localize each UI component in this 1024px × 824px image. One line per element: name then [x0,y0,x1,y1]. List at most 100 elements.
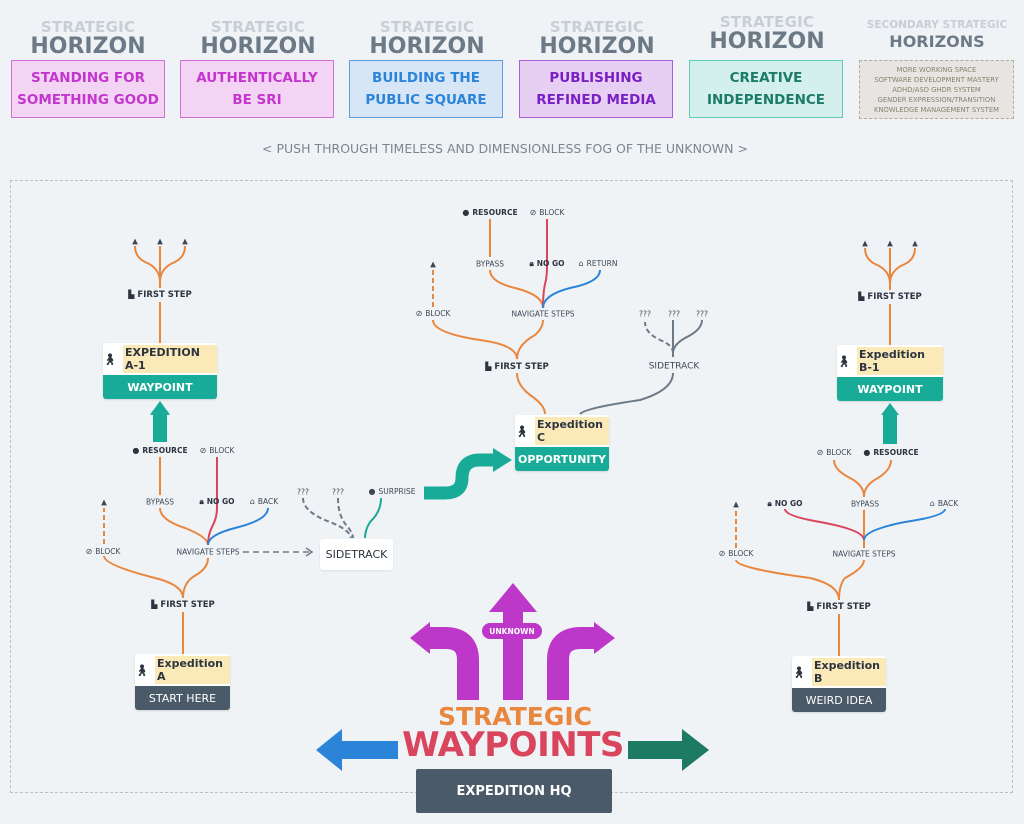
waypoint-b1-arrow-shaft [883,414,897,444]
expedition-c-card[interactable]: 🚶︎ Expedition C OPPORTUNITY [515,415,609,471]
waypoint-b1-arrow [881,403,899,415]
block-label-b2: ⊘ BLOCK [718,549,754,558]
unknown-option-5: ??? [696,309,708,319]
bypass-label-c: BYPASS [475,259,505,269]
hiker-icon: 🚶︎ [103,352,117,366]
unknown-path-1 [302,497,352,539]
first-step-label-b: ▙ FIRST STEP [807,601,871,612]
block-label-a: ⊘ BLOCK [85,547,121,556]
expedition-b-name: Expedition B [811,658,886,686]
right-curve-arrowhead [594,622,615,654]
lock-icon: 🔒︎ [767,499,772,508]
opportunity-arrow [424,453,495,500]
surprise-path [364,497,382,539]
home-icon: ⌂ [578,259,584,268]
block-label-c2: ⊘ BLOCK [415,309,451,318]
expedition-c-tag: OPPORTUNITY [515,447,609,471]
first-step-label-a1: ▙ FIRST STEP [128,289,192,300]
return-path-c [542,269,601,309]
expedition-b-card[interactable]: 🚶︎ Expedition B WEIRD IDEA [792,656,886,712]
first-step-label-a: ▙ FIRST STEP [151,599,215,610]
expedition-a1-name: EXPEDITION A-1 [122,345,217,373]
resource-icon: ● [462,208,470,217]
center-arrows [489,583,537,700]
unknown-option-1: ??? [297,487,309,497]
right-arrow-shaft [628,741,684,759]
opportunity-arrowhead [493,448,512,472]
unknown-option-4: ??? [668,309,680,319]
bypass-label-a: BYPASS [145,497,175,507]
expedition-a1-card[interactable]: 🚶︎ EXPEDITION A-1 WAYPOINT [103,343,217,399]
resource-icon: ● [863,448,871,457]
no-go-label-b: 🔒︎ NO GO [767,499,803,508]
block-label-c: ⊘ BLOCK [529,208,565,217]
expedition-a1-tag: WAYPOINT [103,375,217,399]
hazard-icon: ▲ [733,499,739,509]
navigate-steps-label-c: NAVIGATE STEPS [511,309,575,319]
expedition-a-tag: START HERE [135,686,230,710]
expedition-hq-button[interactable]: EXPEDITION HQ [416,769,612,813]
back-label-b: ⌂ BACK [929,499,959,508]
hiker-icon: 🚶︎ [792,665,806,679]
resource-label-c: ● RESOURCE [462,208,518,217]
home-icon: ⌂ [249,497,255,506]
waypoints-title: WAYPOINTS [402,725,624,765]
unknown-option-2: ??? [332,487,344,497]
hiker-icon: 🚶︎ [515,424,529,438]
expedition-a-card[interactable]: 🚶︎ Expedition A START HERE [135,654,230,710]
block-icon: ⊘ [85,547,93,556]
bypass-label-b: BYPASS [850,499,880,509]
sidetrack-label-c: SIDETRACK [648,361,700,372]
block-icon: ⊘ [816,448,824,457]
hazard-icon: ▲ [182,236,188,246]
resource-label-a: ● RESOURCE [132,446,188,455]
expedition-a-name: Expedition A [154,656,230,684]
unknown-path-2 [337,497,354,539]
back-path-b [863,508,946,541]
hiker-icon: 🚶︎ [135,663,149,677]
surprise-icon: ● [368,487,376,496]
no-go-path-b [784,508,865,541]
navigate-steps-label-b: NAVIGATE STEPS [832,549,896,559]
hazard-icon: ▲ [132,236,138,246]
expedition-b1-card[interactable]: 🚶︎ Expedition B-1 WAYPOINT [837,345,943,401]
lock-icon: 🔒︎ [199,497,204,506]
step-icon: ▙ [807,601,814,611]
first-step-label-c: ▙ FIRST STEP [485,361,549,372]
step-icon: ▙ [858,291,865,301]
sidetrack-node[interactable]: SIDETRACK [320,539,393,570]
block-icon: ⊘ [529,208,537,217]
hazard-icon: ▲ [430,259,436,269]
no-go-label-c: 🔒︎ NO GO [529,259,565,268]
left-arrowhead [316,729,342,771]
hiker-icon: 🚶︎ [837,354,851,368]
unknown-badge: UNKNOWN [482,623,542,639]
expedition-c-name: Expedition C [534,417,609,445]
resource-icon: ● [132,446,140,455]
block-label-a2: ⊘ BLOCK [199,446,235,455]
left-curve-arrow [425,627,479,700]
right-arrowhead [682,729,709,771]
step-icon: ▙ [128,289,135,299]
left-arrow-shaft [340,741,398,759]
step-icon: ▙ [485,361,492,371]
right-curve-arrow [547,627,596,700]
center-up-arrow-head [489,583,537,612]
step-icon: ▙ [151,599,158,609]
expedition-b1-name: Expedition B-1 [856,347,943,375]
hazard-icon: ▲ [862,238,868,248]
block-icon: ⊘ [415,309,423,318]
left-curve-arrowhead [410,622,430,654]
waypoint-a1-arrow-shaft [153,412,167,442]
block-icon: ⊘ [718,549,726,558]
hazard-icon: ▲ [157,236,163,246]
first-step-label-b1: ▙ FIRST STEP [858,291,922,302]
expedition-b-paths [735,459,892,657]
home-icon: ⌂ [929,499,935,508]
block-label-b: ⊘ BLOCK [816,448,852,457]
hazard-icon: ▲ [101,497,107,507]
return-label-c: ⌂ RETURN [578,259,618,268]
no-go-label-a: 🔒︎ NO GO [199,497,235,506]
surprise-label: ● SURPRISE [368,487,416,496]
block-icon: ⊘ [199,446,207,455]
